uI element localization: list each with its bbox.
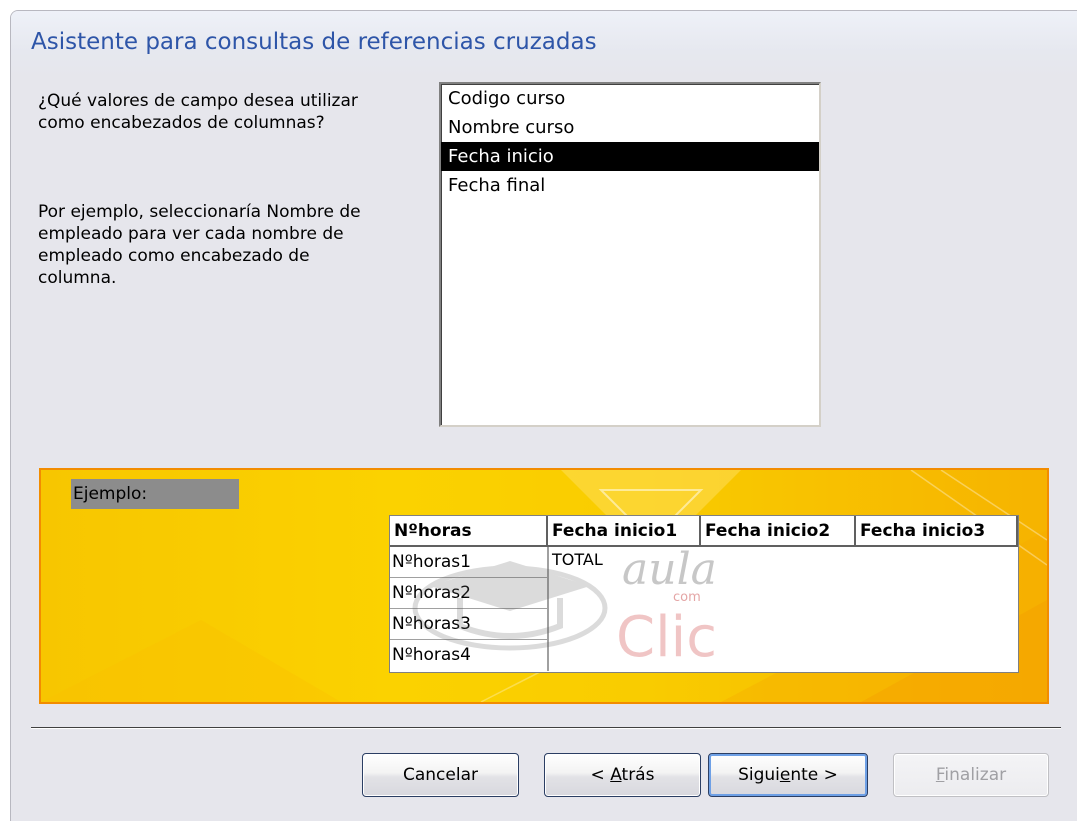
header-column-2: Fecha inicio2 [701, 516, 856, 547]
next-button-rest: nte > [790, 765, 838, 785]
watermark-clic-text: Clic [616, 605, 717, 670]
wizard-dialog: Asistente para consultas de referencias … [10, 10, 1077, 821]
cancel-button-label: Cancelar [403, 765, 478, 785]
row-label-2: Nºhoras2 [390, 578, 548, 609]
data-column-divider [548, 547, 549, 671]
back-button[interactable]: < Atrás [544, 753, 701, 797]
next-button-prefix: Sigui [738, 765, 780, 785]
row-label-4: Nºhoras4 [390, 640, 548, 671]
total-cell: TOTAL [552, 550, 603, 569]
dialog-title: Asistente para consultas de referencias … [31, 29, 597, 55]
header-row-field: Nºhoras [390, 516, 548, 547]
list-option-fecha-inicio[interactable]: Fecha inicio [441, 142, 819, 171]
back-button-mnemonic: A [610, 765, 622, 785]
back-button-prefix: < [590, 765, 611, 785]
watermark-aula-text: aula [622, 544, 717, 595]
cancel-button[interactable]: Cancelar [362, 753, 519, 797]
separator-line-highlight [31, 728, 1061, 729]
list-option-nombre-curso[interactable]: Nombre curso [441, 113, 819, 142]
next-button-mnemonic: e [779, 765, 791, 785]
example-preview-panel: Ejemplo: Nºhoras Fecha inicio1 Fecha ini… [39, 468, 1049, 704]
row-label-3: Nºhoras3 [390, 609, 548, 640]
header-column-1: Fecha inicio1 [548, 516, 701, 547]
list-option-fecha-final[interactable]: Fecha final [441, 171, 819, 200]
header-column-3: Fecha inicio3 [856, 516, 1018, 547]
question-text: ¿Qué valores de campo desea utilizar com… [38, 91, 358, 133]
sample-crosstab-table: Nºhoras Fecha inicio1 Fecha inicio2 Fech… [389, 515, 1019, 673]
back-button-rest: trás [621, 765, 655, 785]
finish-button-rest: inalizar [944, 765, 1007, 785]
next-button[interactable]: Siguiente > [708, 753, 868, 797]
example-label: Ejemplo: [71, 479, 239, 509]
watermark-com-text: com [673, 590, 701, 605]
row-label-1: Nºhoras1 [390, 547, 548, 578]
list-option-codigo-curso[interactable]: Codigo curso [441, 84, 819, 113]
column-field-listbox[interactable]: Codigo curso Nombre curso Fecha inicio F… [439, 82, 821, 427]
finish-button[interactable]: Finalizar [893, 753, 1049, 797]
example-explanation-text: Por ejemplo, seleccionaría Nombre de emp… [38, 202, 361, 288]
